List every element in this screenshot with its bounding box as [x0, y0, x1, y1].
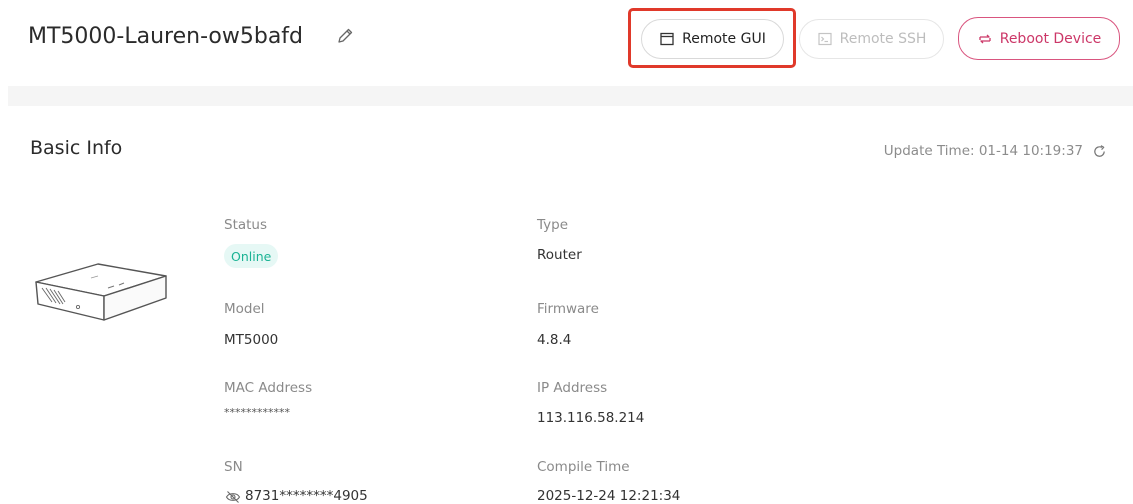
ip-address-value: 113.116.58.214 [537, 410, 645, 426]
remote-ssh-button[interactable]: Remote SSH [799, 19, 944, 59]
reboot-device-button[interactable]: Reboot Device [958, 17, 1120, 60]
highlight-box [628, 8, 796, 68]
eye-slash-icon[interactable] [225, 490, 241, 504]
device-name-title: MT5000-Lauren-ow5bafd [28, 24, 304, 49]
type-label: Type [537, 217, 569, 233]
basic-info-title: Basic Info [30, 137, 123, 159]
reboot-device-label: Reboot Device [999, 30, 1102, 47]
pencil-icon[interactable] [336, 27, 354, 45]
model-value: MT5000 [224, 332, 279, 348]
remote-ssh-label: Remote SSH [839, 31, 927, 47]
sn-label: SN [224, 459, 243, 475]
device-header: MT5000-Lauren-ow5bafd Remote GUI Remote … [0, 0, 1133, 86]
terminal-icon [818, 32, 832, 46]
mac-address-label: MAC Address [224, 380, 313, 396]
type-value: Router [537, 247, 582, 263]
status-badge: Online [224, 244, 279, 268]
section-divider [8, 86, 1133, 106]
router-device-image [35, 263, 167, 321]
model-label: Model [224, 301, 265, 317]
reboot-icon [979, 34, 991, 43]
firmware-label: Firmware [537, 301, 599, 317]
refresh-icon[interactable] [1092, 144, 1107, 159]
update-time-text: Update Time: 01-14 10:19:37 [883, 143, 1083, 159]
mac-address-value: ************ [224, 406, 290, 419]
compile-time-label: Compile Time [537, 459, 630, 475]
firmware-value: 4.8.4 [537, 332, 572, 348]
status-label: Status [224, 217, 268, 233]
compile-time-value: 2025-12-24 12:21:34 [537, 488, 681, 504]
update-time: Update Time: 01-14 10:19:37 [884, 143, 1107, 159]
ip-address-label: IP Address [537, 380, 608, 396]
sn-value: 8731********4905 [245, 488, 368, 504]
